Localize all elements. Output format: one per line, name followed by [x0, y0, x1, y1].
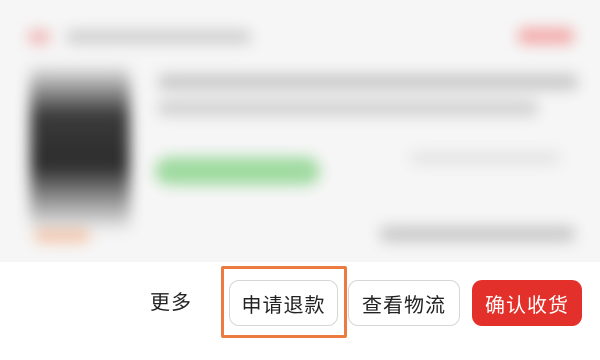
order-action-bar: 更多 申请退款 查看物流 确认收货 — [0, 262, 600, 360]
apply-refund-button[interactable]: 申请退款 — [229, 280, 338, 326]
shop-icon — [28, 30, 50, 44]
order-card — [0, 0, 600, 262]
order-status-blurred — [518, 28, 574, 44]
product-title-blurred — [158, 74, 578, 90]
product-image — [30, 66, 130, 231]
product-tag-blurred — [155, 157, 320, 185]
confirm-receipt-button[interactable]: 确认收货 — [472, 280, 582, 326]
product-spec-blurred — [410, 152, 560, 164]
shop-name-blurred — [66, 30, 251, 44]
blurred-order-details — [0, 0, 600, 262]
view-logistics-button[interactable]: 查看物流 — [348, 280, 460, 326]
promo-tag-blurred — [34, 230, 90, 242]
more-actions-link[interactable]: 更多 — [150, 286, 192, 315]
product-title-blurred-line2 — [158, 100, 538, 116]
price-summary-blurred — [380, 226, 575, 242]
